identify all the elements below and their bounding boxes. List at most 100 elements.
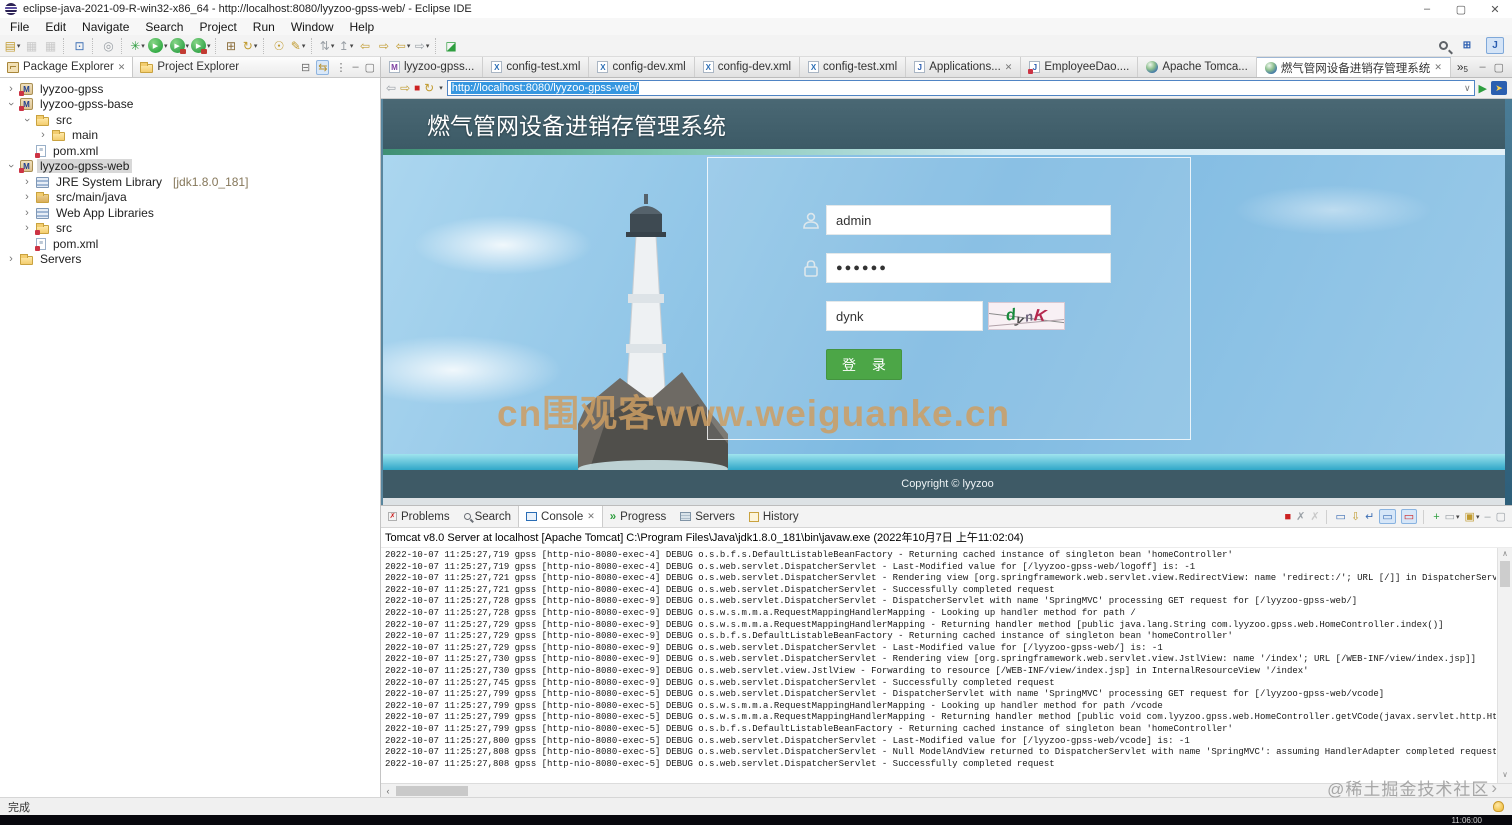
minimize-editor-button[interactable]: –: [1479, 61, 1485, 74]
forward-button[interactable]: ⇨: [376, 37, 393, 55]
java-ee-button[interactable]: ⊞: [223, 37, 240, 55]
maximize-window-button[interactable]: ▢: [1444, 0, 1478, 18]
expander-icon[interactable]: ›: [22, 115, 32, 125]
tab-config-dev-xml-2[interactable]: config-dev.xml: [695, 57, 800, 77]
url-input[interactable]: http://localhost:8080/lyyzoo-gpss-web/ ∨: [447, 80, 1475, 96]
menu-run[interactable]: Run: [245, 20, 283, 34]
browser-right-scrollbar[interactable]: [1505, 99, 1512, 505]
scroll-up-icon[interactable]: ∧: [1498, 549, 1512, 561]
view-menu-button[interactable]: ⋮: [335, 61, 346, 74]
back-button[interactable]: ⇦: [357, 37, 374, 55]
word-wrap-button[interactable]: ↵: [1365, 510, 1374, 523]
coverage-button[interactable]: ▶▾: [170, 37, 190, 55]
close-icon[interactable]: ✕: [118, 62, 126, 73]
tree-item-servers[interactable]: › Servers: [0, 252, 380, 268]
tab-employeedao[interactable]: EmployeeDao....: [1021, 57, 1138, 77]
tree-item-pom-xml2[interactable]: pom.xml: [0, 236, 380, 252]
maximize-editor-button[interactable]: ▢: [1494, 61, 1504, 74]
tree-item-main[interactable]: › main: [0, 128, 380, 144]
maximize-view-button[interactable]: ▢: [365, 61, 375, 74]
terminate-button[interactable]: ■: [1284, 511, 1291, 523]
debug-button[interactable]: ✳▾: [129, 37, 146, 55]
tab-progress[interactable]: »Progress: [603, 506, 673, 527]
back-history-button[interactable]: ⇦▾: [395, 37, 412, 55]
tab-console[interactable]: Console✕: [518, 506, 603, 527]
close-icon[interactable]: ✕: [587, 511, 595, 522]
search-icon[interactable]: [1439, 41, 1448, 50]
scrollbar-thumb[interactable]: [1500, 561, 1510, 587]
expander-icon[interactable]: ›: [6, 99, 16, 109]
tab-package-explorer[interactable]: Package Explorer ✕: [0, 57, 133, 77]
chevron-down-icon[interactable]: ▾: [439, 84, 443, 92]
tab-config-test-xml-1[interactable]: config-test.xml: [483, 57, 589, 77]
tab-config-dev-xml-1[interactable]: config-dev.xml: [589, 57, 694, 77]
minimize-view-button[interactable]: –: [352, 61, 358, 73]
browser-stop-button[interactable]: ■: [414, 83, 420, 94]
tab-servers[interactable]: Servers: [673, 506, 742, 527]
pin-console-button[interactable]: +: [1433, 511, 1439, 523]
tab-gas-pipeline-system[interactable]: 燃气管网设备进销存管理系统✕: [1257, 57, 1451, 77]
expander-icon[interactable]: ›: [6, 84, 16, 94]
expander-icon[interactable]: ›: [22, 177, 32, 187]
expander-icon[interactable]: ›: [38, 130, 48, 140]
expander-icon[interactable]: ›: [22, 208, 32, 218]
menu-edit[interactable]: Edit: [37, 20, 74, 34]
tree-item-pom-xml[interactable]: pom.xml: [0, 143, 380, 159]
remove-launch-button[interactable]: ✗: [1296, 510, 1305, 523]
expander-icon[interactable]: ›: [6, 254, 16, 264]
menu-project[interactable]: Project: [191, 20, 244, 34]
captcha-image[interactable]: d y n K: [988, 302, 1065, 330]
expander-icon[interactable]: ›: [22, 192, 32, 202]
open-perspective-button[interactable]: ⊞: [1458, 37, 1476, 54]
menu-window[interactable]: Window: [283, 20, 342, 34]
tree-item-web-app-libraries[interactable]: › Web App Libraries: [0, 205, 380, 221]
browser-refresh-button[interactable]: ↻: [424, 81, 434, 95]
remove-all-launches-button[interactable]: ✗: [1310, 510, 1319, 523]
save-all-button[interactable]: ▦: [42, 37, 59, 55]
tree-item-lyyzoo-gpss-base[interactable]: › lyyzoo-gpss-base: [0, 97, 380, 113]
tab-overflow-button[interactable]: »5: [1457, 60, 1468, 74]
tab-apache-tomcat[interactable]: Apache Tomca...: [1138, 57, 1256, 77]
menu-file[interactable]: File: [2, 20, 37, 34]
tree-item-lyyzoo-gpss[interactable]: › lyyzoo-gpss: [0, 81, 380, 97]
java-perspective-button[interactable]: J: [1486, 37, 1504, 54]
tab-applications[interactable]: Applications...✕: [906, 57, 1021, 77]
clear-console-button[interactable]: ▭: [1336, 510, 1346, 523]
close-window-button[interactable]: ✕: [1478, 0, 1512, 18]
password-input[interactable]: [826, 253, 1111, 283]
username-input[interactable]: [826, 205, 1111, 235]
menu-help[interactable]: Help: [342, 20, 383, 34]
browse-button[interactable]: ◎: [100, 37, 117, 55]
console-vertical-scrollbar[interactable]: ∧ ∨: [1497, 548, 1512, 783]
scroll-down-icon[interactable]: ∨: [1498, 770, 1512, 782]
web-browser-button[interactable]: ↻▾: [242, 37, 259, 55]
tab-project-explorer[interactable]: Project Explorer: [133, 57, 246, 77]
tab-history[interactable]: History: [742, 506, 806, 527]
minimize-window-button[interactable]: –: [1410, 0, 1444, 18]
captcha-input[interactable]: [826, 301, 983, 331]
tree-item-src[interactable]: › src: [0, 112, 380, 128]
tab-lyyzoo-gpss[interactable]: lyyzoo-gpss...: [381, 57, 483, 77]
url-dropdown-icon[interactable]: ∨: [1464, 83, 1471, 94]
open-console-button[interactable]: ⊡: [71, 37, 88, 55]
open-console-dropdown[interactable]: ▣▾: [1465, 510, 1480, 523]
lightbulb-icon[interactable]: [1493, 801, 1504, 812]
display-console-button[interactable]: ▭▾: [1445, 510, 1460, 523]
link-with-editor-button[interactable]: ◪: [443, 37, 460, 55]
collapse-all-button[interactable]: ⊟: [301, 61, 310, 74]
profile-button[interactable]: ▶▾: [191, 37, 211, 55]
show-on-stderr-toggle[interactable]: ▭: [1401, 509, 1417, 524]
browser-back-button[interactable]: ⇦: [386, 81, 396, 95]
link-with-editor-toggle[interactable]: ⇆: [316, 60, 329, 75]
tab-search[interactable]: Search: [457, 506, 518, 527]
expander-icon[interactable]: ›: [6, 161, 16, 171]
tree-item-lyyzoo-gpss-web[interactable]: › lyyzoo-gpss-web: [0, 159, 380, 175]
palette-button[interactable]: ☉: [271, 37, 288, 55]
close-icon[interactable]: ✕: [1005, 62, 1013, 73]
expander-icon[interactable]: ›: [22, 223, 32, 233]
scroll-left-icon[interactable]: ‹: [381, 786, 395, 796]
menu-search[interactable]: Search: [137, 20, 191, 34]
run-button[interactable]: ▶▾: [148, 37, 168, 55]
tree-item-jre-system-library[interactable]: › JRE System Library [jdk1.8.0_181]: [0, 174, 380, 190]
menu-navigate[interactable]: Navigate: [74, 20, 137, 34]
